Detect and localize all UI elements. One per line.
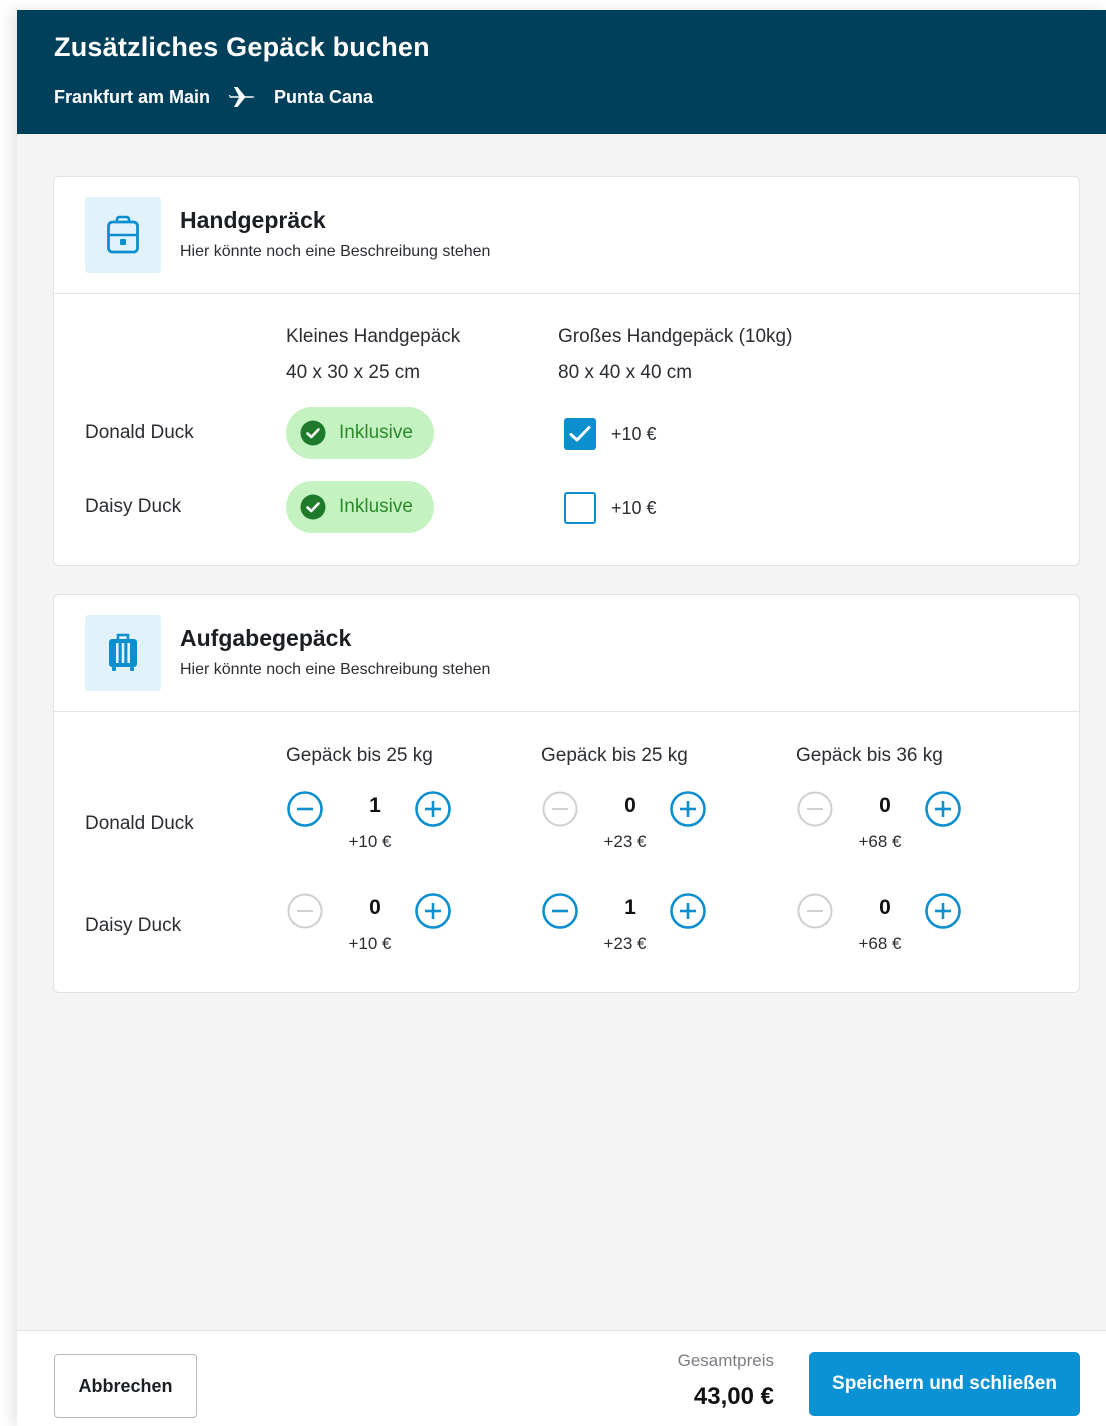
route-origin: Frankfurt am Main	[54, 86, 211, 107]
plus-icon[interactable]	[669, 892, 707, 930]
bag-quantity-stepper: 0 +23 €	[541, 790, 721, 860]
large-bag-option[interactable]: +10 €	[564, 492, 657, 524]
column-header-bag: Gepäck bis 36 kg	[796, 745, 943, 766]
included-label: Inklusive	[339, 422, 413, 443]
save-and-close-button[interactable]: Speichern und schließen	[809, 1352, 1080, 1416]
checked-luggage-title: Aufgabegepäck	[180, 625, 352, 651]
flight-route: Frankfurt am Main Punta Cana	[54, 85, 373, 109]
route-destination: Punta Cana	[274, 86, 374, 107]
plus-icon[interactable]	[414, 790, 452, 828]
panel-footer: Abbrechen Gesamtpreis 43,00 € Speichern …	[17, 1330, 1106, 1426]
page-title: Zusätzliches Gepäck buchen	[54, 32, 430, 62]
plus-icon[interactable]	[414, 892, 452, 930]
total-price: 43,00 €	[693, 1383, 774, 1410]
passenger-name: Daisy Duck	[85, 496, 182, 517]
checked-luggage-card: Aufgabegepäck Hier könnte noch eine Besc…	[53, 594, 1080, 993]
hand-luggage-card: Handgepräck Hier könnte noch eine Beschr…	[53, 176, 1080, 566]
checked-luggage-description: Hier könnte noch eine Beschreibung stehe…	[180, 661, 491, 678]
bag-price: +10 €	[348, 934, 392, 953]
included-badge: Inklusive	[286, 481, 434, 533]
bag-count: 0	[624, 794, 636, 817]
bag-price: +10 €	[348, 832, 392, 851]
bag-price: +68 €	[858, 934, 902, 953]
plus-icon[interactable]	[924, 892, 962, 930]
checked-luggage-header: Aufgabegepäck Hier könnte noch eine Besc…	[54, 595, 1079, 712]
cancel-button[interactable]: Abbrechen	[54, 1354, 197, 1418]
bag-quantity-stepper: 0 +68 €	[796, 892, 976, 962]
column-header-small: Kleines Handgepäck	[286, 326, 461, 347]
plus-icon[interactable]	[669, 790, 707, 828]
large-bag-price: +10 €	[611, 423, 657, 444]
bag-count: 1	[369, 794, 381, 817]
bag-quantity-stepper: 1 +23 €	[541, 892, 721, 962]
bag-count: 1	[624, 896, 636, 919]
column-header-large: Großes Handgepäck (10kg)	[558, 326, 793, 347]
total-label: Gesamtpreis	[677, 1351, 774, 1370]
minus-icon	[286, 892, 324, 930]
column-header-bag: Gepäck bis 25 kg	[541, 745, 688, 766]
minus-icon	[796, 790, 834, 828]
large-bag-option[interactable]: +10 €	[564, 418, 657, 450]
check-circle-icon	[300, 420, 326, 446]
bag-quantity-stepper: 0 +68 €	[796, 790, 976, 860]
hand-luggage-header: Handgepräck Hier könnte noch eine Beschr…	[54, 177, 1079, 294]
large-bag-checkbox[interactable]	[564, 492, 596, 524]
bag-price: +23 €	[603, 934, 647, 953]
passenger-name: Donald Duck	[85, 422, 194, 443]
check-circle-icon	[300, 494, 326, 520]
large-bag-price: +10 €	[611, 497, 657, 518]
minus-icon	[796, 892, 834, 930]
airplane-icon	[228, 85, 256, 109]
suitcase-icon	[85, 615, 161, 691]
large-bag-checkbox[interactable]	[564, 418, 596, 450]
hand-luggage-title: Handgepräck	[180, 207, 326, 233]
panel-header: Zusätzliches Gepäck buchen Frankfurt am …	[17, 10, 1106, 134]
column-size-large: 80 x 40 x 40 cm	[558, 362, 693, 383]
hand-luggage-description: Hier könnte noch eine Beschreibung stehe…	[180, 243, 491, 260]
plus-icon[interactable]	[924, 790, 962, 828]
passenger-name: Donald Duck	[85, 813, 194, 834]
minus-icon	[541, 790, 579, 828]
passenger-name: Daisy Duck	[85, 915, 182, 936]
column-size-small: 40 x 30 x 25 cm	[286, 362, 421, 383]
bag-quantity-stepper: 0 +10 €	[286, 892, 466, 962]
backpack-icon	[85, 197, 161, 273]
minus-icon[interactable]	[541, 892, 579, 930]
bag-price: +68 €	[858, 832, 902, 851]
bag-count: 0	[879, 794, 891, 817]
included-label: Inklusive	[339, 496, 413, 517]
bag-count: 0	[369, 896, 381, 919]
minus-icon[interactable]	[286, 790, 324, 828]
column-header-bag: Gepäck bis 25 kg	[286, 745, 433, 766]
bag-count: 0	[879, 896, 891, 919]
bag-quantity-stepper: 1 +10 €	[286, 790, 466, 860]
bag-price: +23 €	[603, 832, 647, 851]
included-badge: Inklusive	[286, 407, 434, 459]
baggage-panel: Zusätzliches Gepäck buchen Frankfurt am …	[17, 10, 1106, 1426]
